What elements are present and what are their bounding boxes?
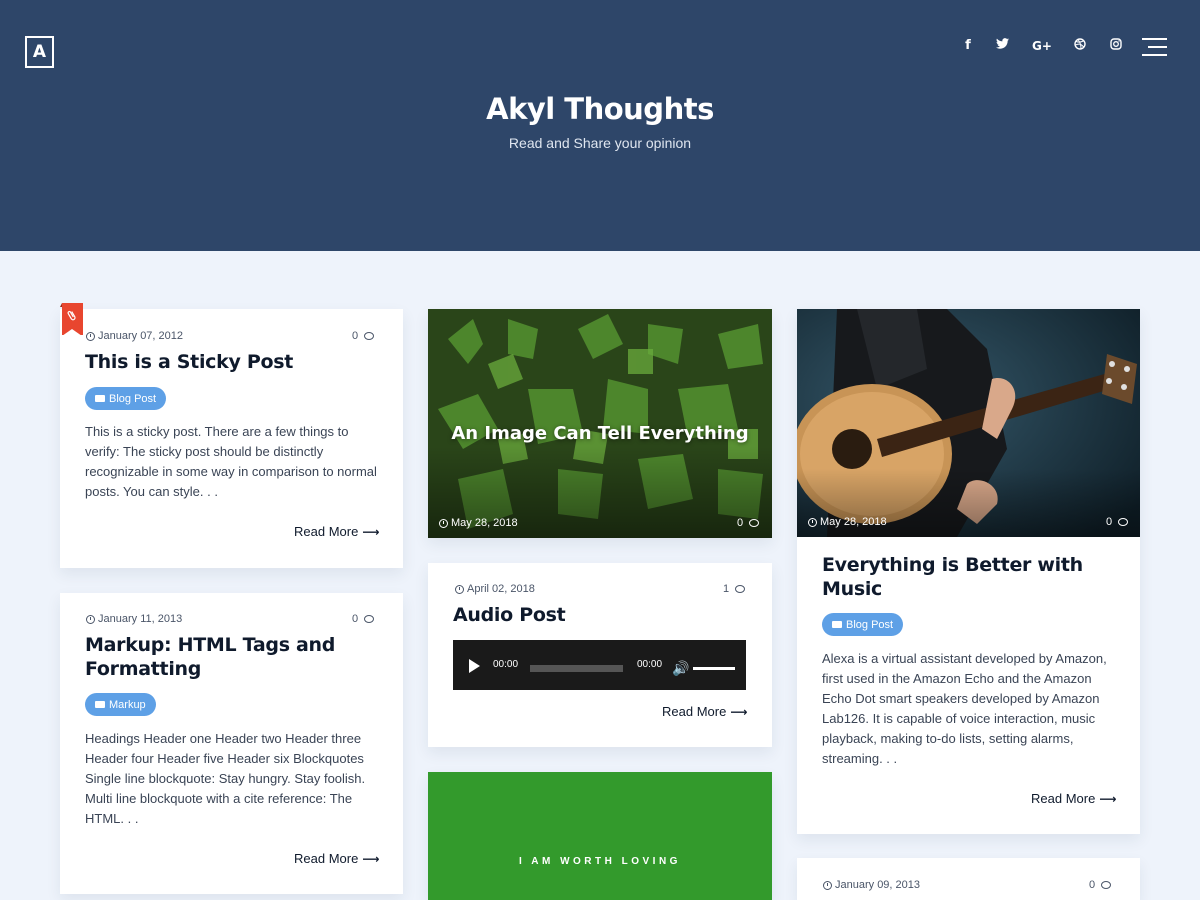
post-date-text: May 28, 2018: [451, 517, 518, 529]
comment-icon: [749, 519, 760, 527]
comment-icon: [735, 585, 746, 593]
post-excerpt: This is a sticky post. There are a few t…: [85, 424, 377, 499]
comment-count-text: 0: [352, 330, 359, 342]
facebook-icon[interactable]: f: [958, 38, 978, 54]
quote-text: I AM WORTH LOVING: [519, 856, 681, 867]
clock-icon: [808, 517, 817, 527]
folder-icon: [832, 621, 842, 628]
category-label: Markup: [109, 698, 146, 711]
current-time: 00:00: [493, 659, 519, 670]
comment-count[interactable]: 0: [352, 330, 375, 342]
comment-count[interactable]: 1: [723, 583, 746, 595]
post-date: January 09, 2013: [823, 879, 920, 891]
comment-count-text: 1: [723, 583, 730, 595]
post-title[interactable]: An Image Can Tell Everything: [428, 423, 772, 444]
post-date: May 28, 2018: [439, 517, 518, 529]
comment-count[interactable]: 0: [1106, 516, 1129, 528]
post-title[interactable]: Markup: HTML Tags and Formatting: [85, 633, 375, 681]
site-title[interactable]: Akyl Thoughts: [0, 92, 1200, 126]
post-date: January 11, 2013: [86, 613, 182, 625]
clock-icon: [86, 614, 95, 624]
comment-count[interactable]: 0: [737, 517, 760, 529]
comment-icon: [1118, 518, 1129, 526]
post-excerpt: Headings Header one Header two Header th…: [85, 731, 366, 826]
folder-icon: [95, 701, 105, 708]
category-label: Blog Post: [846, 618, 894, 631]
post-date-text: April 02, 2018: [467, 583, 535, 595]
logo-letter: A: [32, 42, 47, 62]
post-title[interactable]: This is a Sticky Post: [85, 350, 385, 374]
clock-icon: [455, 584, 464, 594]
comment-count[interactable]: 0: [1089, 879, 1112, 891]
read-more-link[interactable]: Read More ⟶: [294, 851, 380, 866]
twitter-icon[interactable]: [992, 38, 1012, 54]
comment-icon: [364, 615, 375, 623]
post-title[interactable]: Everything is Better with Music: [822, 553, 1102, 601]
read-more-link[interactable]: Read More ⟶: [1031, 791, 1117, 806]
site-tagline: Read and Share your opinion: [508, 135, 692, 151]
read-more-link[interactable]: Read More ⟶: [662, 704, 748, 719]
instagram-icon[interactable]: [1106, 38, 1126, 55]
post-date-text: January 07, 2012: [98, 330, 184, 342]
arrow-right-icon: ⟶: [362, 851, 380, 866]
comment-count[interactable]: 0: [352, 613, 375, 625]
read-more-label: Read More: [294, 851, 359, 866]
audio-progress-bar[interactable]: [530, 665, 623, 672]
comment-count-text: 0: [737, 517, 744, 529]
post-date: January 07, 2012: [86, 330, 183, 342]
category-badge[interactable]: Blog Post: [822, 613, 904, 636]
read-more-label: Read More: [662, 704, 727, 719]
category-badge[interactable]: Markup: [85, 693, 156, 716]
dribbble-icon[interactable]: [1070, 38, 1090, 55]
comment-icon: [1101, 881, 1112, 889]
post-date: May 28, 2018: [808, 516, 887, 528]
post-title[interactable]: Audio Post: [453, 603, 743, 627]
read-more-label: Read More: [294, 524, 359, 539]
comment-count-text: 0: [1089, 879, 1096, 891]
google-plus-icon[interactable]: G+: [1031, 38, 1053, 54]
post-date-text: January 09, 2013: [835, 879, 921, 891]
volume-slider[interactable]: [693, 667, 735, 670]
clock-icon: [823, 880, 832, 890]
post-date-text: May 28, 2018: [820, 516, 887, 528]
clock-icon: [86, 331, 95, 341]
post-card-green[interactable]: [428, 772, 772, 900]
folder-icon: [95, 395, 105, 402]
play-icon[interactable]: [469, 659, 480, 673]
category-badge[interactable]: Blog Post: [85, 387, 167, 410]
guitar-photo: [797, 309, 1140, 537]
arrow-right-icon: ⟶: [1099, 791, 1117, 806]
volume-icon[interactable]: 🔊: [672, 661, 689, 677]
arrow-right-icon: ⟶: [362, 524, 380, 539]
guitar-image[interactable]: [797, 309, 1140, 537]
comment-icon: [364, 332, 375, 340]
clock-icon: [439, 518, 448, 528]
arrow-right-icon: ⟶: [730, 704, 748, 719]
post-date: April 02, 2018: [455, 583, 535, 595]
read-more-label: Read More: [1031, 791, 1096, 806]
post-excerpt: Alexa is a virtual assistant developed b…: [822, 651, 1107, 766]
read-more-link[interactable]: Read More ⟶: [294, 524, 380, 539]
post-date-text: January 11, 2013: [98, 613, 183, 625]
total-time: 00:00: [637, 659, 663, 670]
paperclip-icon: [67, 309, 77, 326]
audio-player: 00:00 00:00 🔊: [453, 640, 746, 690]
category-label: Blog Post: [109, 392, 157, 405]
hamburger-menu-icon[interactable]: [1142, 38, 1167, 56]
comment-count-text: 0: [1106, 516, 1113, 528]
site-logo[interactable]: A: [25, 36, 54, 68]
comment-count-text: 0: [352, 613, 359, 625]
